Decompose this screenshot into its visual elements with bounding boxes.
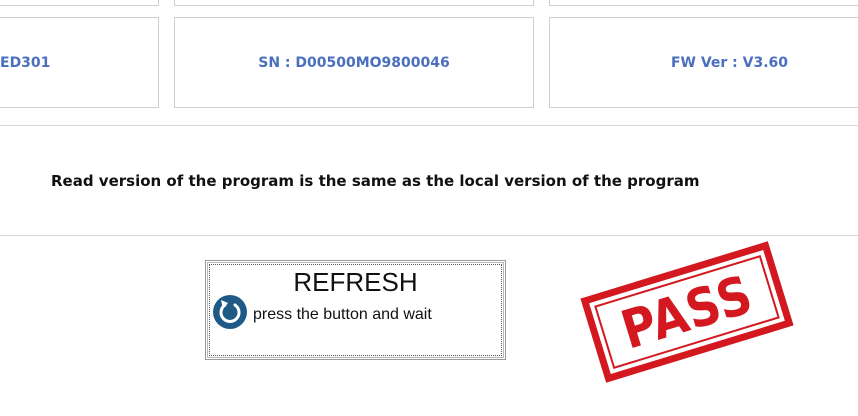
refresh-icon [213, 295, 247, 329]
pass-stamp-text: PASS [614, 262, 760, 362]
top-info-box-middle [174, 0, 534, 6]
firmware-box: FW Ver : V3.60 [549, 17, 858, 108]
model-value: ED301 [0, 54, 51, 71]
divider-bottom [0, 235, 858, 236]
top-info-box-right [549, 0, 858, 6]
refresh-button-title: REFRESH [293, 267, 418, 297]
model-box: ED301 [0, 17, 159, 108]
serial-value: SN : D00500MO9800046 [258, 54, 450, 71]
refresh-button[interactable]: REFRESH press the button and wait [205, 260, 506, 360]
firmware-value: FW Ver : V3.60 [670, 54, 789, 71]
status-message: Read version of the program is the same … [51, 172, 700, 190]
top-info-box-left [0, 0, 159, 6]
serial-box: SN : D00500MO9800046 [174, 17, 534, 108]
pass-stamp: PASS [580, 241, 794, 383]
refresh-button-subtitle: press the button and wait [253, 306, 432, 323]
divider-top [0, 125, 858, 126]
